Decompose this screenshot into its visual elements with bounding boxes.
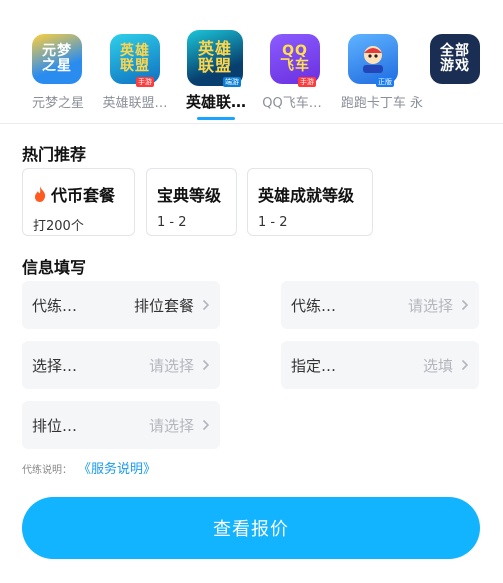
field-label: 代练…: [291, 296, 337, 315]
field-value: 请选择: [148, 356, 194, 375]
all-games-tile: 全部 游戏: [430, 34, 480, 84]
field-value: 请选择: [407, 296, 453, 315]
game-icon-yuanmeng: 元梦 之星: [32, 34, 82, 84]
game-icon-text: 之星: [42, 58, 72, 74]
field-rank[interactable]: 排位… 请选择: [22, 401, 220, 449]
package-name: 宝典等级: [157, 186, 222, 205]
package-sub: 1 - 2: [157, 215, 187, 230]
game-label: QQ飞车…: [262, 96, 322, 111]
field-specify[interactable]: 指定… 选填: [281, 341, 479, 389]
package-card-tokens[interactable]: 代币套餐 打200个: [22, 168, 135, 236]
game-icon-text: 飞车: [280, 58, 310, 74]
field-label: 选择…: [32, 356, 78, 375]
field-boost-type[interactable]: 代练… 排位套餐: [22, 281, 220, 329]
package-sub: 打200个: [33, 219, 84, 234]
package-name: 英雄成就等级: [258, 186, 355, 205]
service-description-link[interactable]: 《服务说明》: [78, 458, 156, 477]
service-note-label: 代练说明：: [22, 465, 72, 476]
package-name-text: 代币套餐: [51, 186, 116, 205]
chevron-right-icon: [202, 419, 210, 431]
chevron-right-icon: [202, 359, 210, 371]
game-icon-text: 英雄: [120, 43, 150, 60]
field-value: 请选择: [148, 416, 194, 435]
field-select[interactable]: 选择… 请选择: [22, 341, 220, 389]
package-card-pass-level[interactable]: 宝典等级 1 - 2: [146, 168, 237, 236]
game-label: 英雄联…: [185, 93, 246, 111]
chevron-right-icon: [461, 359, 469, 371]
game-label: 跑跑卡丁车 永: [340, 96, 424, 111]
game-label: 英雄联盟…: [102, 96, 168, 111]
pc-badge: 端游: [223, 77, 241, 87]
package-name: 代币套餐: [33, 182, 124, 206]
game-icon-text: 全部: [440, 43, 470, 60]
fire-icon: [35, 186, 46, 202]
chevron-right-icon: [461, 299, 469, 311]
game-icon-text: 联盟: [120, 58, 150, 74]
field-value: 选填: [422, 356, 453, 375]
chevron-right-icon: [202, 299, 210, 311]
view-quote-button[interactable]: 查看报价: [22, 497, 480, 559]
game-selector: 元梦 之星 元梦之星 英雄 联盟 手游 英雄联盟… 英雄 联盟 端游 英雄联… …: [0, 0, 503, 124]
field-boost-option[interactable]: 代练… 请选择: [281, 281, 479, 329]
active-tab-indicator: [197, 117, 235, 120]
game-icon-text: 游戏: [440, 58, 470, 74]
field-label: 代练…: [32, 296, 78, 315]
game-icon-text: QQ: [282, 43, 308, 60]
package-sub: 1 - 2: [258, 215, 288, 230]
game-tab-all[interactable]: 全部 游戏: [428, 0, 503, 124]
kart-character-icon: [363, 46, 383, 73]
game-icon-text: 联盟: [197, 56, 232, 75]
game-icon-text: 元梦: [42, 43, 72, 60]
game-tab-yuanmeng[interactable]: 元梦 之星 元梦之星: [22, 0, 92, 124]
game-tab-kart[interactable]: 正版 跑跑卡丁车 永: [336, 0, 428, 124]
mobile-badge: 手游: [298, 77, 316, 87]
game-tab-lol-mobile[interactable]: 英雄 联盟 手游 英雄联盟…: [94, 0, 174, 124]
mobile-badge: 手游: [136, 77, 154, 87]
form-title: 信息填写: [22, 258, 87, 277]
game-tab-lol-pc[interactable]: 英雄 联盟 端游 英雄联…: [176, 0, 256, 124]
field-label: 指定…: [291, 356, 337, 375]
field-value: 排位套餐: [133, 296, 194, 315]
package-card-hero-achievement[interactable]: 英雄成就等级 1 - 2: [247, 168, 373, 236]
field-label: 排位…: [32, 416, 78, 435]
game-label: 元梦之星: [31, 96, 84, 111]
recommend-title: 热门推荐: [22, 145, 87, 164]
official-badge: 正版: [376, 77, 394, 87]
game-tab-qq-speed[interactable]: QQ 飞车 手游 QQ飞车…: [256, 0, 336, 124]
